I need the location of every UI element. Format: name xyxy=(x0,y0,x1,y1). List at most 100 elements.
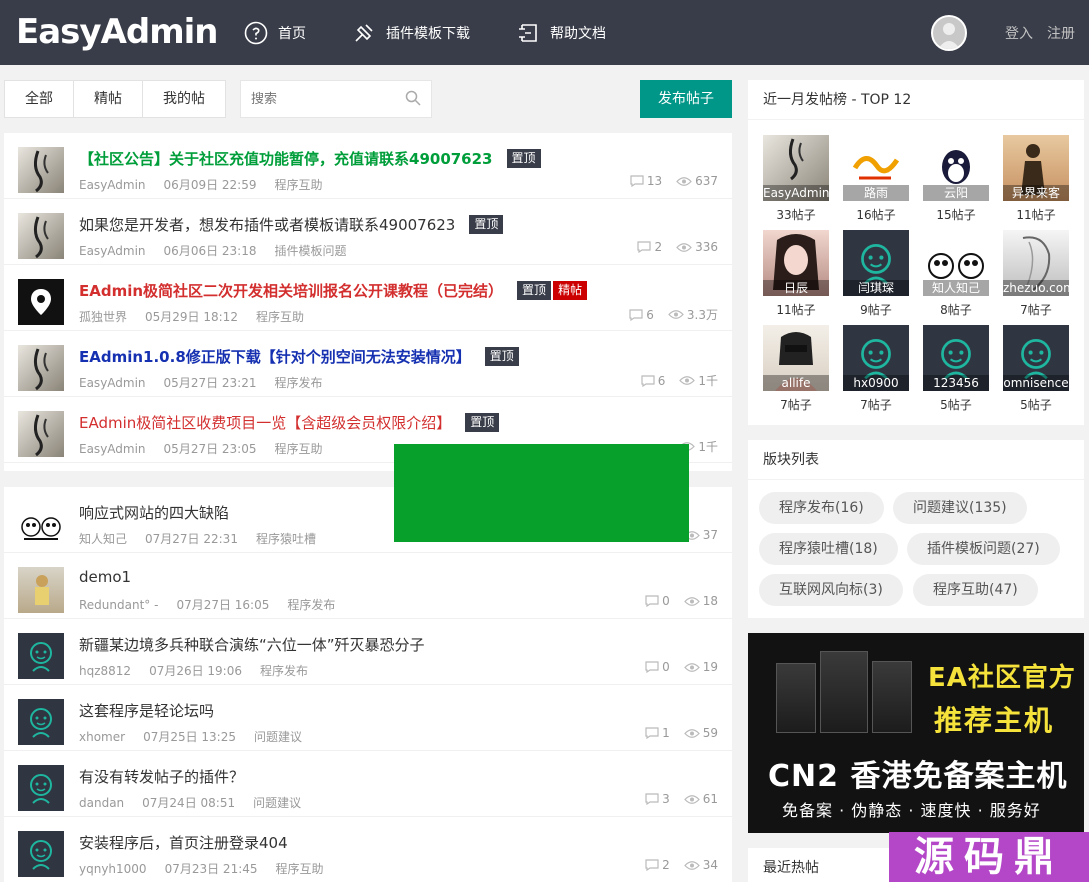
post-title-text[interactable]: demo1 xyxy=(79,568,131,586)
top-poster-avatar[interactable]: EasyAdmin xyxy=(763,135,829,201)
post-category[interactable]: 程序发布 xyxy=(260,664,308,678)
top-poster-avatar[interactable]: omnisence xyxy=(1003,325,1069,391)
board-chip[interactable]: 插件模板问题(27) xyxy=(907,533,1060,565)
post-title[interactable]: EAdmin1.0.8修正版下载【针对个别空间无法安装情况】 置顶 xyxy=(79,346,519,367)
post-category[interactable]: 问题建议 xyxy=(253,796,301,810)
post-author[interactable]: EasyAdmin xyxy=(79,178,146,192)
author-avatar[interactable] xyxy=(18,567,64,613)
author-avatar[interactable] xyxy=(18,279,64,325)
author-avatar[interactable] xyxy=(18,345,64,391)
author-avatar[interactable] xyxy=(18,831,64,877)
post-title[interactable]: EAdmin极简社区收费项目一览【含超级会员权限介绍】 置顶 xyxy=(79,412,500,433)
user-avatar[interactable] xyxy=(931,14,967,51)
author-avatar[interactable] xyxy=(18,699,64,745)
top-poster[interactable]: 云阳 15帖子 xyxy=(923,135,989,223)
post-row[interactable]: 如果您是开发者，想发布插件或者模板请联系49007623 置顶 EasyAdmin 0… xyxy=(4,199,732,265)
post-author[interactable]: yqnyh1000 xyxy=(79,862,147,876)
post-row[interactable]: EAdmin1.0.8修正版下载【针对个别空间无法安装情况】 置顶 EasyAdmi… xyxy=(4,331,732,397)
nav-plugins[interactable]: 插件模板下载 xyxy=(352,21,470,45)
post-title-text[interactable]: 有没有转发帖子的插件？ xyxy=(79,766,244,787)
author-avatar[interactable] xyxy=(18,765,64,811)
top-poster[interactable]: 异界来客 11帖子 xyxy=(1003,135,1069,223)
top-poster-avatar[interactable]: allife xyxy=(763,325,829,391)
post-author[interactable]: dandan xyxy=(79,796,124,810)
post-row[interactable]: 新疆某边境多兵种联合演练“六位一体”歼灭暴恐分子 hqz8812 07月26日 19… xyxy=(4,619,732,685)
post-title-text[interactable]: 响应式网站的四大缺陷 xyxy=(79,502,229,523)
board-chip[interactable]: 互联网风向标(3) xyxy=(759,574,903,606)
tab-all[interactable]: 全部 xyxy=(5,81,74,117)
post-title[interactable]: 有没有转发帖子的插件？ xyxy=(79,766,244,787)
author-avatar[interactable] xyxy=(18,213,64,259)
post-row[interactable]: 这套程序是轻论坛吗 xhomer 07月25日 13:25 问题建议 1 59 xyxy=(4,685,732,751)
board-chip[interactable]: 程序猿吐槽(18) xyxy=(759,533,898,565)
register-link[interactable]: 注册 xyxy=(1047,23,1075,43)
top-poster-avatar[interactable]: zhezuo.com xyxy=(1003,230,1069,296)
top-poster[interactable]: 日辰 11帖子 xyxy=(763,230,829,318)
post-title-text[interactable]: 【社区公告】关于社区充值功能暂停，充值请联系49007623 xyxy=(79,148,493,169)
board-chip[interactable]: 程序发布(16) xyxy=(759,492,884,524)
top-poster[interactable]: EasyAdmin 33帖子 xyxy=(763,135,829,223)
top-poster[interactable]: 闫琪琛 9帖子 xyxy=(843,230,909,318)
post-title-text[interactable]: 新疆某边境多兵种联合演练“六位一体”歼灭暴恐分子 xyxy=(79,634,425,655)
post-title-text[interactable]: EAdmin1.0.8修正版下载【针对个别空间无法安装情况】 xyxy=(79,346,471,367)
post-title[interactable]: 新疆某边境多兵种联合演练“六位一体”歼灭暴恐分子 xyxy=(79,634,425,655)
post-title[interactable]: 这套程序是轻论坛吗 xyxy=(79,700,214,721)
post-author[interactable]: xhomer xyxy=(79,730,125,744)
post-title-text[interactable]: 如果您是开发者，想发布插件或者模板请联系49007623 xyxy=(79,214,455,235)
search-icon[interactable] xyxy=(405,90,421,106)
tab-mine[interactable]: 我的帖 xyxy=(143,81,225,117)
author-avatar[interactable] xyxy=(18,411,64,457)
author-avatar[interactable] xyxy=(18,147,64,193)
post-row[interactable]: demo1 Redundant° - 07月27日 16:05 程序发布 0 18 xyxy=(4,553,732,619)
top-poster-avatar[interactable]: 日辰 xyxy=(763,230,829,296)
top-poster-avatar[interactable]: 知人知己 xyxy=(923,230,989,296)
post-title-text[interactable]: EAdmin极简社区收费项目一览【含超级会员权限介绍】 xyxy=(79,412,451,433)
nav-docs[interactable]: 帮助文档 xyxy=(516,21,606,45)
post-category[interactable]: 程序互助 xyxy=(274,178,322,192)
post-author[interactable]: EasyAdmin xyxy=(79,244,146,258)
post-author[interactable]: EasyAdmin xyxy=(79,442,146,456)
post-title[interactable]: 安装程序后，首页注册登录404 xyxy=(79,832,288,853)
post-row[interactable]: 安装程序后，首页注册登录404 yqnyh1000 07月23日 21:45 程序互助… xyxy=(4,817,732,882)
post-title[interactable]: 响应式网站的四大缺陷 xyxy=(79,502,229,523)
post-title[interactable]: EAdmin极简社区二次开发相关培训报名公开课教程（已完结） 置顶 精帖 xyxy=(79,280,588,301)
post-title-text[interactable]: EAdmin极简社区二次开发相关培训报名公开课教程（已完结） xyxy=(79,280,503,301)
post-row[interactable]: 有没有转发帖子的插件？ dandan 07月24日 08:51 问题建议 3 61 xyxy=(4,751,732,817)
hosting-ad-banner[interactable]: EA社区官方 推荐主机 CN2 香港免备案主机 免备案 · 伪静态 · 速度快 … xyxy=(748,633,1084,833)
post-title[interactable]: 【社区公告】关于社区充值功能暂停，充值请联系49007623 置顶 xyxy=(79,148,541,169)
top-poster-avatar[interactable]: 123456 xyxy=(923,325,989,391)
top-poster[interactable]: allife 7帖子 xyxy=(763,325,829,413)
post-title[interactable]: 如果您是开发者，想发布插件或者模板请联系49007623 置顶 xyxy=(79,214,504,235)
top-poster[interactable]: 123456 5帖子 xyxy=(923,325,989,413)
author-avatar[interactable] xyxy=(18,501,64,547)
post-row[interactable]: EAdmin极简社区二次开发相关培训报名公开课教程（已完结） 置顶 精帖 孤独世界 05… xyxy=(4,265,732,331)
post-author[interactable]: Redundant° - xyxy=(79,598,158,612)
post-category[interactable]: 插件模板问题 xyxy=(274,244,346,258)
site-logo[interactable]: EasyAdmin xyxy=(16,12,219,52)
nav-home[interactable]: 首页 xyxy=(244,21,306,45)
top-poster[interactable]: hx0900 7帖子 xyxy=(843,325,909,413)
post-row[interactable]: 【社区公告】关于社区充值功能暂停，充值请联系49007623 置顶 EasyAdmi… xyxy=(4,133,732,199)
board-chip[interactable]: 问题建议(135) xyxy=(893,492,1027,524)
author-avatar[interactable] xyxy=(18,633,64,679)
post-category[interactable]: 程序互助 xyxy=(276,862,324,876)
top-poster-avatar[interactable]: 云阳 xyxy=(923,135,989,201)
login-link[interactable]: 登入 xyxy=(1005,23,1033,43)
board-chip[interactable]: 程序互助(47) xyxy=(913,574,1038,606)
top-poster[interactable]: omnisence 5帖子 xyxy=(1003,325,1069,413)
post-category[interactable]: 问题建议 xyxy=(254,730,302,744)
post-author[interactable]: EasyAdmin xyxy=(79,376,146,390)
post-author[interactable]: hqz8812 xyxy=(79,664,131,678)
top-poster-avatar[interactable]: 异界来客 xyxy=(1003,135,1069,201)
top-poster[interactable]: 路雨 16帖子 xyxy=(843,135,909,223)
tab-featured[interactable]: 精帖 xyxy=(74,81,143,117)
top-poster[interactable]: 知人知己 8帖子 xyxy=(923,230,989,318)
post-title-text[interactable]: 安装程序后，首页注册登录404 xyxy=(79,832,288,853)
post-title-text[interactable]: 这套程序是轻论坛吗 xyxy=(79,700,214,721)
post-category[interactable]: 程序发布 xyxy=(274,376,322,390)
post-title[interactable]: demo1 xyxy=(79,568,131,586)
post-category[interactable]: 程序互助 xyxy=(274,442,322,456)
new-post-button[interactable]: 发布帖子 xyxy=(640,80,732,118)
top-poster-avatar[interactable]: hx0900 xyxy=(843,325,909,391)
top-poster-avatar[interactable]: 闫琪琛 xyxy=(843,230,909,296)
